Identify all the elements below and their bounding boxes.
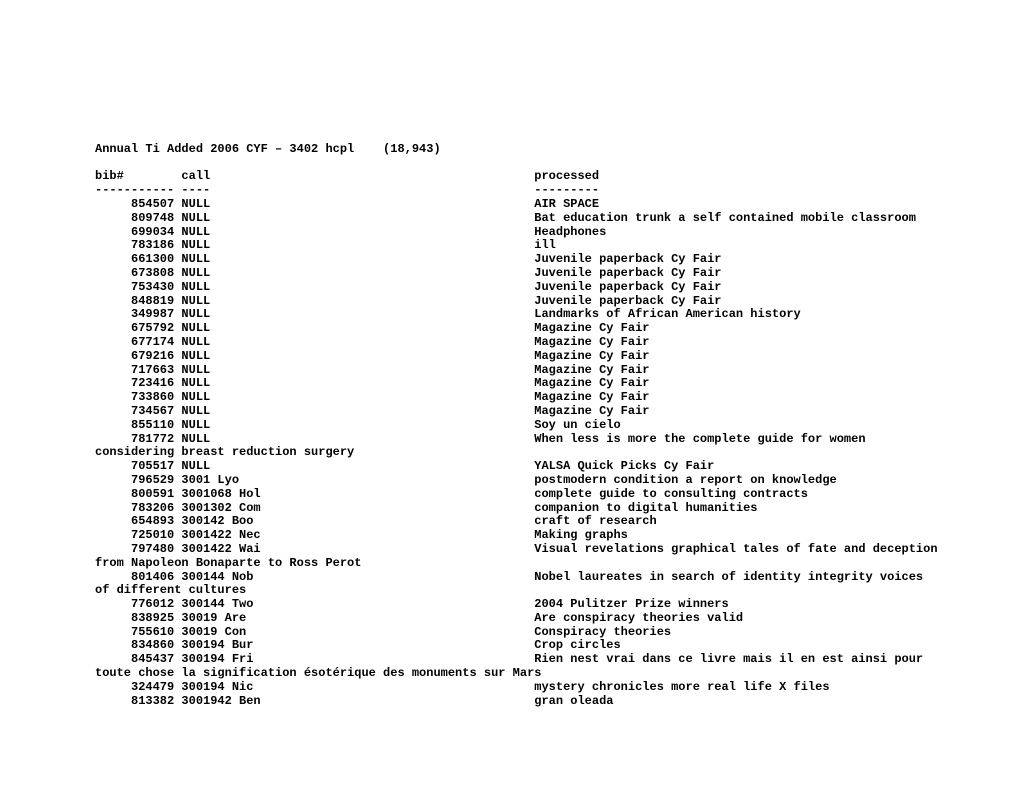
report-row-wrap: of different cultures: [95, 584, 929, 598]
report-row: 349987 NULL Landmarks of African America…: [95, 308, 929, 322]
report-row: 845437 300194 Fri Rien nest vrai dans ce…: [95, 653, 929, 667]
report-row: 797480 3001422 Wai Visual revelations gr…: [95, 543, 929, 557]
report-row: 705517 NULL YALSA Quick Picks Cy Fair: [95, 460, 929, 474]
report-row: 661300 NULL Juvenile paperback Cy Fair: [95, 253, 929, 267]
report-row-wrap: toute chose la signification ésotérique …: [95, 667, 929, 681]
report-row-wrap: considering breast reduction surgery: [95, 446, 929, 460]
report-row: 848819 NULL Juvenile paperback Cy Fair: [95, 295, 929, 309]
report-row: 699034 NULL Headphones: [95, 226, 929, 240]
report-row: 673808 NULL Juvenile paperback Cy Fair: [95, 267, 929, 281]
report-row: 801406 300144 Nob Nobel laureates in sea…: [95, 571, 929, 585]
report-row: 796529 3001 Lyo postmodern condition a r…: [95, 474, 929, 488]
report-row: 776012 300144 Two 2004 Pulitzer Prize wi…: [95, 598, 929, 612]
report-row: 654893 300142 Boo craft of research: [95, 515, 929, 529]
report-row: 854507 NULL AIR SPACE: [95, 198, 929, 212]
report-row: 781772 NULL When less is more the comple…: [95, 433, 929, 447]
column-separators: ----------- ---- ---------: [95, 184, 929, 198]
report-row-wrap: from Napoleon Bonaparte to Ross Perot: [95, 557, 929, 571]
report-row: 783186 NULL ill: [95, 239, 929, 253]
report-row: 675792 NULL Magazine Cy Fair: [95, 322, 929, 336]
report-title: Annual Ti Added 2006 CYF – 3402 hcpl (18…: [95, 143, 929, 157]
report-row: 813382 3001942 Ben gran oleada: [95, 695, 929, 709]
report-row: 783206 3001302 Com companion to digital …: [95, 502, 929, 516]
report-row: 834860 300194 Bur Crop circles: [95, 639, 929, 653]
report-row: 679216 NULL Magazine Cy Fair: [95, 350, 929, 364]
report-row: 753430 NULL Juvenile paperback Cy Fair: [95, 281, 929, 295]
report-row: 717663 NULL Magazine Cy Fair: [95, 364, 929, 378]
report-row: 723416 NULL Magazine Cy Fair: [95, 377, 929, 391]
report-row: 324479 300194 Nic mystery chronicles mor…: [95, 681, 929, 695]
report-row: 838925 30019 Are Are conspiracy theories…: [95, 612, 929, 626]
report-row: 725010 3001422 Nec Making graphs: [95, 529, 929, 543]
report-page: Annual Ti Added 2006 CYF – 3402 hcpl (18…: [0, 0, 1024, 791]
report-row: 809748 NULL Bat education trunk a self c…: [95, 212, 929, 226]
report-row: 734567 NULL Magazine Cy Fair: [95, 405, 929, 419]
report-row: 677174 NULL Magazine Cy Fair: [95, 336, 929, 350]
report-row: 800591 3001068 Hol complete guide to con…: [95, 488, 929, 502]
report-row: 733860 NULL Magazine Cy Fair: [95, 391, 929, 405]
column-headers: bib# call processed: [95, 170, 929, 184]
report-row: 755610 30019 Con Conspiracy theories: [95, 626, 929, 640]
report-row: 855110 NULL Soy un cielo: [95, 419, 929, 433]
